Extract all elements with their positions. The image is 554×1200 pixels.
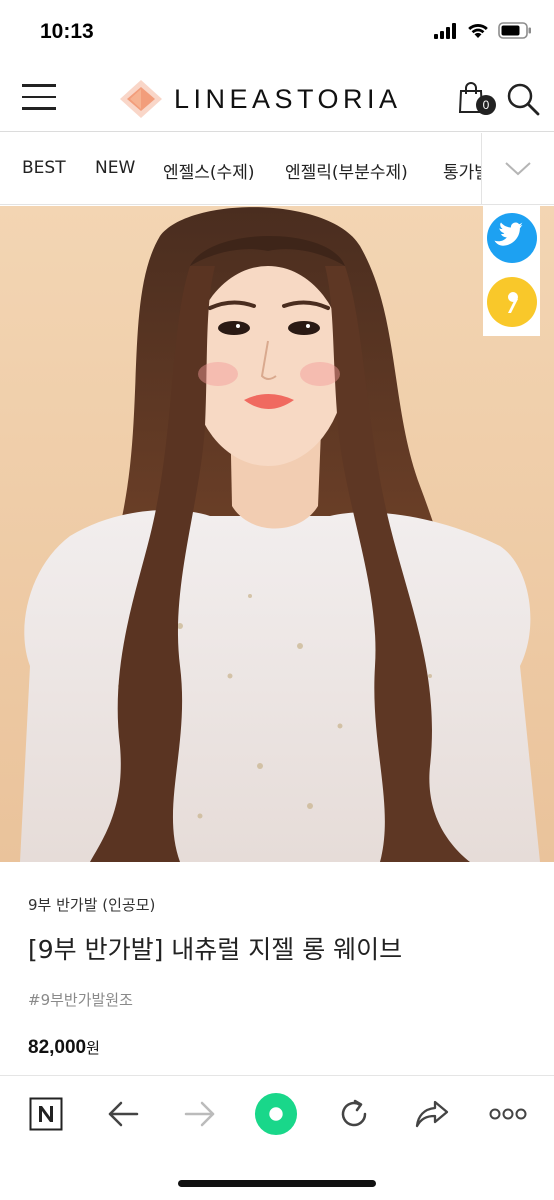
logo-mark-icon <box>120 80 162 118</box>
twitter-share-button[interactable] <box>487 213 537 263</box>
status-time: 10:13 <box>40 20 94 43</box>
forward-arrow-icon <box>184 1101 215 1127</box>
kakaostory-icon <box>508 292 518 313</box>
category-angelic[interactable]: 엔젤릭(부분수제) <box>285 158 408 183</box>
category-angels[interactable]: 엔젤스(수제) <box>163 158 254 183</box>
kakaostory-share-button[interactable] <box>487 277 537 327</box>
more-options-button[interactable] <box>486 1092 530 1136</box>
forward-button[interactable] <box>178 1092 222 1136</box>
product-info: 9부 반가발 (인공모) [9부 반가발] 내츄럴 지젤 롱 웨이브 #9부반가… <box>0 862 554 1074</box>
home-indicator[interactable] <box>178 1180 376 1187</box>
cart-count-badge: 0 <box>476 95 496 115</box>
chevron-down-icon <box>505 162 531 176</box>
share-panel <box>483 206 540 336</box>
naver-n-icon <box>29 1097 63 1131</box>
green-dot-button[interactable] <box>254 1092 298 1136</box>
logo-text: LINEASTORIA <box>174 83 402 114</box>
share-button[interactable] <box>410 1092 454 1136</box>
status-bar: 10:13 <box>0 0 554 64</box>
more-options-icon <box>489 1108 527 1120</box>
category-best[interactable]: BEST <box>22 158 66 178</box>
price-value: 82,000 <box>28 1037 87 1058</box>
product-hashtag[interactable]: #9부반가발원조 <box>28 989 133 1010</box>
battery-icon <box>498 22 531 39</box>
product-title: [9부 반가발] 내츄럴 지젤 롱 웨이브 <box>28 935 403 964</box>
product-price: 82,000원 <box>28 1037 100 1059</box>
site-header: LINEASTORIA 0 <box>0 64 554 132</box>
naver-home-button[interactable] <box>24 1092 68 1136</box>
shopping-bag-button[interactable]: 0 <box>458 82 496 118</box>
twitter-icon <box>494 222 523 246</box>
back-arrow-icon <box>108 1101 139 1127</box>
menu-icon[interactable] <box>22 84 56 110</box>
share-icon <box>415 1100 449 1128</box>
product-category[interactable]: 9부 반가발 (인공모) <box>28 894 155 915</box>
wifi-icon <box>468 23 488 38</box>
search-icon[interactable] <box>506 82 540 116</box>
price-currency: 원 <box>86 1039 100 1057</box>
green-dot-icon <box>254 1092 298 1136</box>
category-nav: BEST NEW 엔젤스(수제) 엔젤릭(부분수제) 통가발 <box>0 133 554 205</box>
back-button[interactable] <box>101 1092 145 1136</box>
category-more-button[interactable] <box>481 133 554 204</box>
browser-toolbar <box>0 1075 554 1200</box>
cellular-signal-icon <box>434 22 456 39</box>
status-icons <box>434 22 532 39</box>
refresh-button[interactable] <box>332 1092 376 1136</box>
model-photo <box>0 206 554 862</box>
product-hero-image <box>0 206 554 862</box>
site-logo[interactable]: LINEASTORIA <box>118 78 402 120</box>
refresh-icon <box>341 1099 367 1127</box>
category-new[interactable]: NEW <box>95 158 135 178</box>
